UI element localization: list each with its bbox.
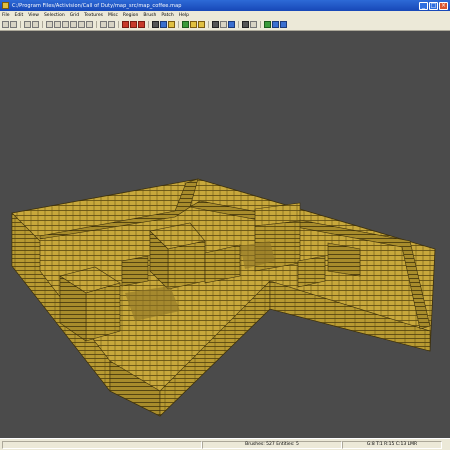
menu-bar: File Edit View Selection Grid Textures M… (0, 11, 450, 19)
radiant-icon (2, 2, 9, 9)
rotate-x-icon[interactable] (70, 21, 77, 28)
toolbar-separator (208, 21, 210, 28)
window-controls: _ □ × (419, 1, 450, 10)
brush-icon[interactable] (190, 21, 197, 28)
cubic-clip-icon[interactable] (242, 21, 249, 28)
menu-view[interactable]: View (28, 13, 39, 18)
menu-edit[interactable]: Edit (15, 13, 24, 18)
window-title: C:/Program Files/Activision/Call of Duty… (12, 2, 182, 9)
brush-count: Brushes: 527 Entities: 5 (202, 440, 342, 449)
toolbar-separator (96, 21, 98, 28)
hollow-icon[interactable] (138, 21, 145, 28)
maximize-button[interactable]: □ (429, 1, 438, 10)
open-icon[interactable] (2, 21, 9, 28)
camera-icon[interactable] (160, 21, 167, 28)
menu-patch[interactable]: Patch (161, 13, 173, 18)
csg-subtract-icon[interactable] (122, 21, 129, 28)
toolbar-separator (148, 21, 150, 28)
toolbar-separator (118, 21, 120, 28)
building-small-face (121, 255, 149, 287)
flip-y-icon[interactable] (54, 21, 61, 28)
toolbar-separator (42, 21, 44, 28)
rotate-z-icon[interactable] (86, 21, 93, 28)
grid-icon[interactable] (250, 21, 257, 28)
fog-icon[interactable] (272, 21, 279, 28)
building-center-face (167, 240, 206, 290)
close-button[interactable]: × (439, 1, 448, 10)
menu-region[interactable]: Region (123, 13, 138, 18)
texture-icon[interactable] (168, 21, 175, 28)
camera-viewport[interactable] (0, 31, 450, 438)
drag-icon[interactable] (108, 21, 115, 28)
title-bar: C:/Program Files/Activision/Call of Duty… (0, 0, 450, 11)
entity-icon[interactable] (182, 21, 189, 28)
flip-x-icon[interactable] (46, 21, 53, 28)
grid-info: G:8 T:1 R:15 C:13 LMR (342, 440, 442, 449)
menu-file[interactable]: File (2, 13, 10, 18)
menu-misc[interactable]: Misc (108, 13, 118, 18)
toolbar-separator (238, 21, 240, 28)
toolbar-separator (20, 21, 22, 28)
undo-icon[interactable] (24, 21, 31, 28)
menu-selection[interactable]: Selection (44, 13, 65, 18)
lock-icon[interactable] (212, 21, 219, 28)
toolbar-separator (260, 21, 262, 28)
rotate-y-icon[interactable] (78, 21, 85, 28)
scale-icon[interactable] (220, 21, 227, 28)
flip-z-icon[interactable] (62, 21, 69, 28)
building-left-face (85, 282, 121, 342)
menu-grid[interactable]: Grid (70, 13, 79, 18)
redo-icon[interactable] (32, 21, 39, 28)
toolbar-separator (178, 21, 180, 28)
menu-brush[interactable]: Brush (143, 13, 156, 18)
menu-help[interactable]: Help (179, 13, 189, 18)
lights-icon[interactable] (264, 21, 271, 28)
menu-textures[interactable]: Textures (84, 13, 103, 18)
clipper-icon[interactable] (152, 21, 159, 28)
status-cell-empty (2, 440, 202, 449)
sky-icon[interactable] (280, 21, 287, 28)
status-bar: Brushes: 527 Entities: 5 G:8 T:1 R:15 C:… (0, 438, 450, 450)
toolbar (0, 19, 450, 31)
minimize-button[interactable]: _ (419, 1, 428, 10)
view-icon[interactable] (228, 21, 235, 28)
csg-merge-icon[interactable] (130, 21, 137, 28)
building-far-right-face (327, 242, 361, 277)
level-geometry (11, 178, 436, 417)
save-icon[interactable] (10, 21, 17, 28)
patch-icon[interactable] (198, 21, 205, 28)
select-icon[interactable] (100, 21, 107, 28)
